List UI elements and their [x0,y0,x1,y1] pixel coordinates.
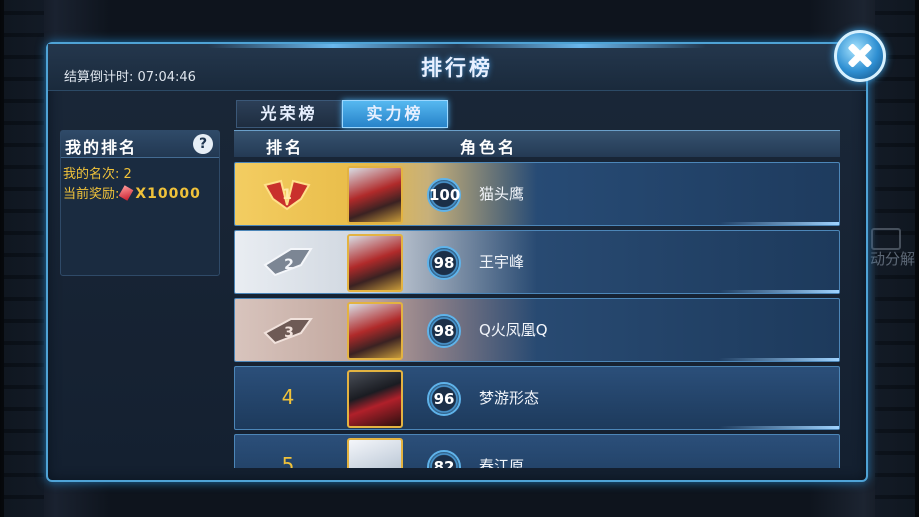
title-decoration-left [208,44,458,48]
table-row[interactable]: 4 96 梦游形态 [234,366,840,430]
panel-header: 排行榜 结算倒计时: 07:04:46 [48,44,866,91]
tab-glory[interactable]: 光荣榜 [236,100,342,128]
level-badge: 98 [427,314,461,348]
my-position-label: 我的名次: [63,167,120,182]
decompose-icon [871,228,901,250]
tab-power[interactable]: 实力榜 [342,100,448,128]
settlement-countdown: 结算倒计时: 07:04:46 [64,66,196,85]
player-name: 猫头鹰 [479,185,525,203]
table-row[interactable]: 2 98 王宇峰 [234,230,840,294]
title-decoration-right [456,44,706,48]
svg-text:3: 3 [284,325,294,341]
avatar [347,302,403,360]
level-badge: 82 [427,450,461,468]
my-rank-panel: 我的排名 ? 我的名次: 2 当前奖励: X10000 [60,130,220,276]
silver-medal-icon: 2 [263,248,313,277]
countdown-label: 结算倒计时: [64,70,134,85]
gold-medal-icon: 1 [263,179,311,211]
table-row[interactable]: 1 100 猫头鹰 [234,162,840,226]
close-button[interactable] [834,30,886,82]
avatar [347,438,403,468]
bronze-medal-icon: 3 [263,318,313,345]
my-reward: 当前奖励: X10000 [63,183,201,202]
player-name: 春江原 [479,457,525,468]
my-reward-label: 当前奖励: [63,187,120,202]
level-badge: 98 [427,246,461,280]
rank-number: 4 [281,385,295,409]
player-name: Q火凤凰Q [479,321,548,339]
table-row[interactable]: 3 98 Q火凤凰Q [234,298,840,362]
svg-text:2: 2 [284,257,294,273]
player-name: 王宇峰 [479,253,525,271]
level-badge: 96 [427,382,461,416]
my-rank-header: 我的排名 ? [61,131,219,158]
leaderboard-list[interactable]: 1 100 猫头鹰 2 98 王宇峰 3 98 Q火凤凰Q 4 96 梦游形态 … [234,162,840,468]
table-header: 排名 角色名 [234,130,840,157]
table-row[interactable]: 5 82 春江原 [234,434,840,468]
avatar [347,234,403,292]
avatar [347,370,403,428]
avatar [347,166,403,224]
my-position: 我的名次: 2 [63,163,132,182]
rank-number: 5 [281,453,295,468]
header-rank: 排名 [266,138,305,157]
header-name: 角色名 [460,138,518,157]
gem-icon [119,185,134,201]
svg-text:1: 1 [282,187,292,203]
background-pillar-left [4,0,44,517]
my-position-value: 2 [123,167,132,182]
player-name: 梦游形态 [479,389,540,407]
my-reward-value: X10000 [135,186,201,202]
help-icon[interactable]: ? [193,134,213,154]
my-rank-title: 我的排名 [65,138,138,157]
level-badge: 100 [427,178,461,212]
countdown-value: 07:04:46 [137,70,196,85]
background-decompose-label: 动分解 [869,250,915,268]
